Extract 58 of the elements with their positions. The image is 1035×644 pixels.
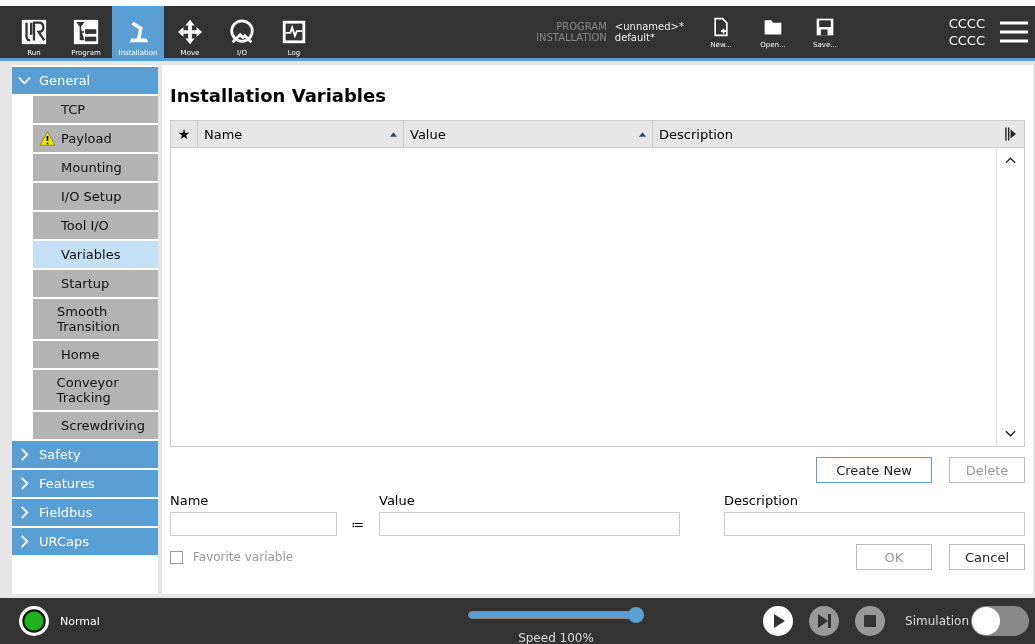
column-header[interactable]: Description — [653, 121, 1005, 147]
chevron-icon — [18, 535, 31, 548]
column-header[interactable]: Value — [404, 121, 653, 147]
description-field[interactable] — [724, 512, 1025, 536]
menu-icon[interactable] — [999, 20, 1029, 44]
sort-icon — [639, 131, 646, 137]
name-field[interactable] — [170, 512, 337, 536]
warning-icon — [38, 131, 56, 146]
speed-reading: Speed 100% — [518, 631, 594, 644]
move-arrows-icon — [176, 18, 204, 46]
cancel-button[interactable]: Cancel — [949, 544, 1025, 570]
page-title: Installation Variables — [170, 85, 387, 106]
sidebar-item[interactable]: Tool I/O — [33, 212, 158, 239]
new-file-icon — [711, 15, 731, 38]
simulation-toggle[interactable] — [971, 606, 1029, 636]
sidebar-item[interactable]: I/O Setup — [33, 183, 158, 210]
create-new-button[interactable]: Create New — [816, 457, 932, 483]
value-field[interactable] — [379, 512, 680, 536]
scroll-up-icon[interactable] — [1005, 156, 1016, 164]
chevron-icon — [18, 477, 31, 490]
file-label: INSTALLATION — [535, 32, 607, 43]
field-label: Description — [724, 493, 800, 508]
sidebar-item[interactable]: Variables — [33, 241, 158, 268]
sidebar-item[interactable]: Smooth Transition — [33, 299, 158, 339]
scroll-down-icon[interactable] — [1005, 430, 1016, 438]
io-icon — [228, 18, 256, 46]
sidebar-item[interactable]: Mounting — [33, 154, 158, 181]
field-label: Value — [379, 493, 416, 508]
file-label: PROGRAM — [555, 21, 607, 32]
assign-operator: ≔ — [350, 516, 366, 532]
speed-slider[interactable] — [468, 607, 644, 623]
sidebar-item[interactable]: Startup — [33, 270, 158, 297]
sidebar-item[interactable]: Screwdriving — [33, 412, 158, 439]
pulse-icon — [280, 18, 308, 46]
sidebar-item[interactable]: TCP — [33, 96, 158, 123]
sidebar-item[interactable]: Home — [33, 341, 158, 368]
columns-toggle-icon[interactable] — [1005, 127, 1016, 141]
play-icon[interactable] — [763, 606, 794, 636]
status-text: Normal — [60, 614, 100, 628]
stop-icon[interactable] — [855, 606, 886, 636]
logo-icon — [20, 18, 48, 46]
chevron-icon — [18, 448, 31, 461]
tree-icon — [72, 18, 100, 46]
chevron-icon — [18, 506, 31, 519]
step-icon[interactable] — [809, 606, 840, 636]
column-header[interactable]: Name — [198, 121, 404, 147]
user-label: CCCC — [948, 15, 985, 32]
user-label: CCCC — [948, 32, 985, 49]
column-header[interactable]: ★ — [171, 121, 198, 147]
file-value: default* — [614, 32, 656, 43]
field-label: Name — [170, 493, 210, 508]
sidebar-item[interactable]: Payload — [33, 125, 158, 152]
simulation-label: Simulation — [905, 614, 969, 628]
file-value: <unnamed>* — [614, 21, 685, 32]
chevron-icon — [18, 74, 31, 87]
status-icon — [18, 605, 50, 637]
sort-icon — [390, 131, 397, 137]
sidebar-item[interactable]: Conveyor Tracking — [33, 370, 158, 410]
